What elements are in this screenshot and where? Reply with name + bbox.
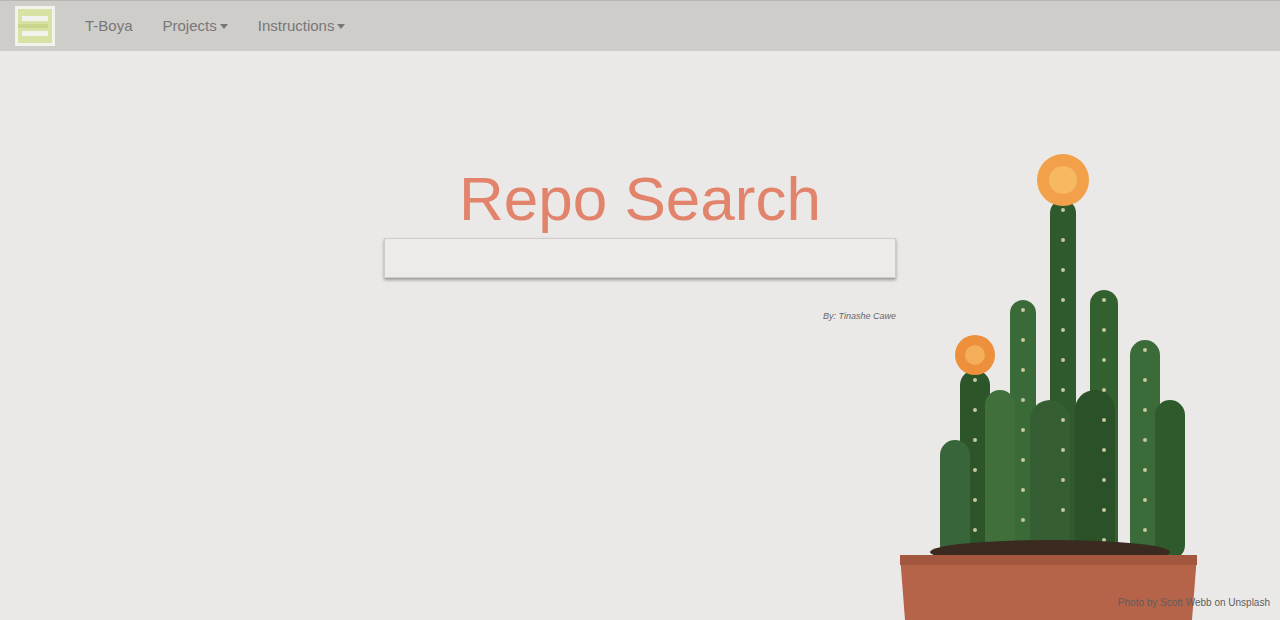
logo-icon[interactable] (15, 6, 55, 46)
cactus-photo (900, 140, 1210, 620)
page: T-Boya Projects Instructions Repo Search By:… (0, 0, 1280, 620)
byline: By: Tinashe Cawe (823, 310, 896, 324)
nav-menu-label: Instructions (258, 15, 335, 38)
caret-down-icon (220, 24, 228, 29)
caret-down-icon (337, 24, 345, 29)
nav-menu-label: Projects (163, 15, 217, 38)
nav-menu[interactable]: Instructions (258, 15, 346, 38)
title: Repo Search (459, 163, 821, 234)
nav-menus: Projects Instructions (163, 15, 346, 38)
navbar: T-Boya Projects Instructions (0, 0, 1280, 51)
search-input[interactable] (384, 238, 896, 278)
brand-link[interactable]: T-Boya (85, 15, 133, 38)
main: Repo Search By: Tinashe Cawe Photo by Scot… (0, 51, 1280, 620)
photo-credit[interactable]: Photo by Scott Webb on Unsplash (1118, 595, 1270, 610)
search-panel: Repo Search By: Tinashe Cawe (384, 163, 896, 324)
nav-menu[interactable]: Projects (163, 15, 228, 38)
